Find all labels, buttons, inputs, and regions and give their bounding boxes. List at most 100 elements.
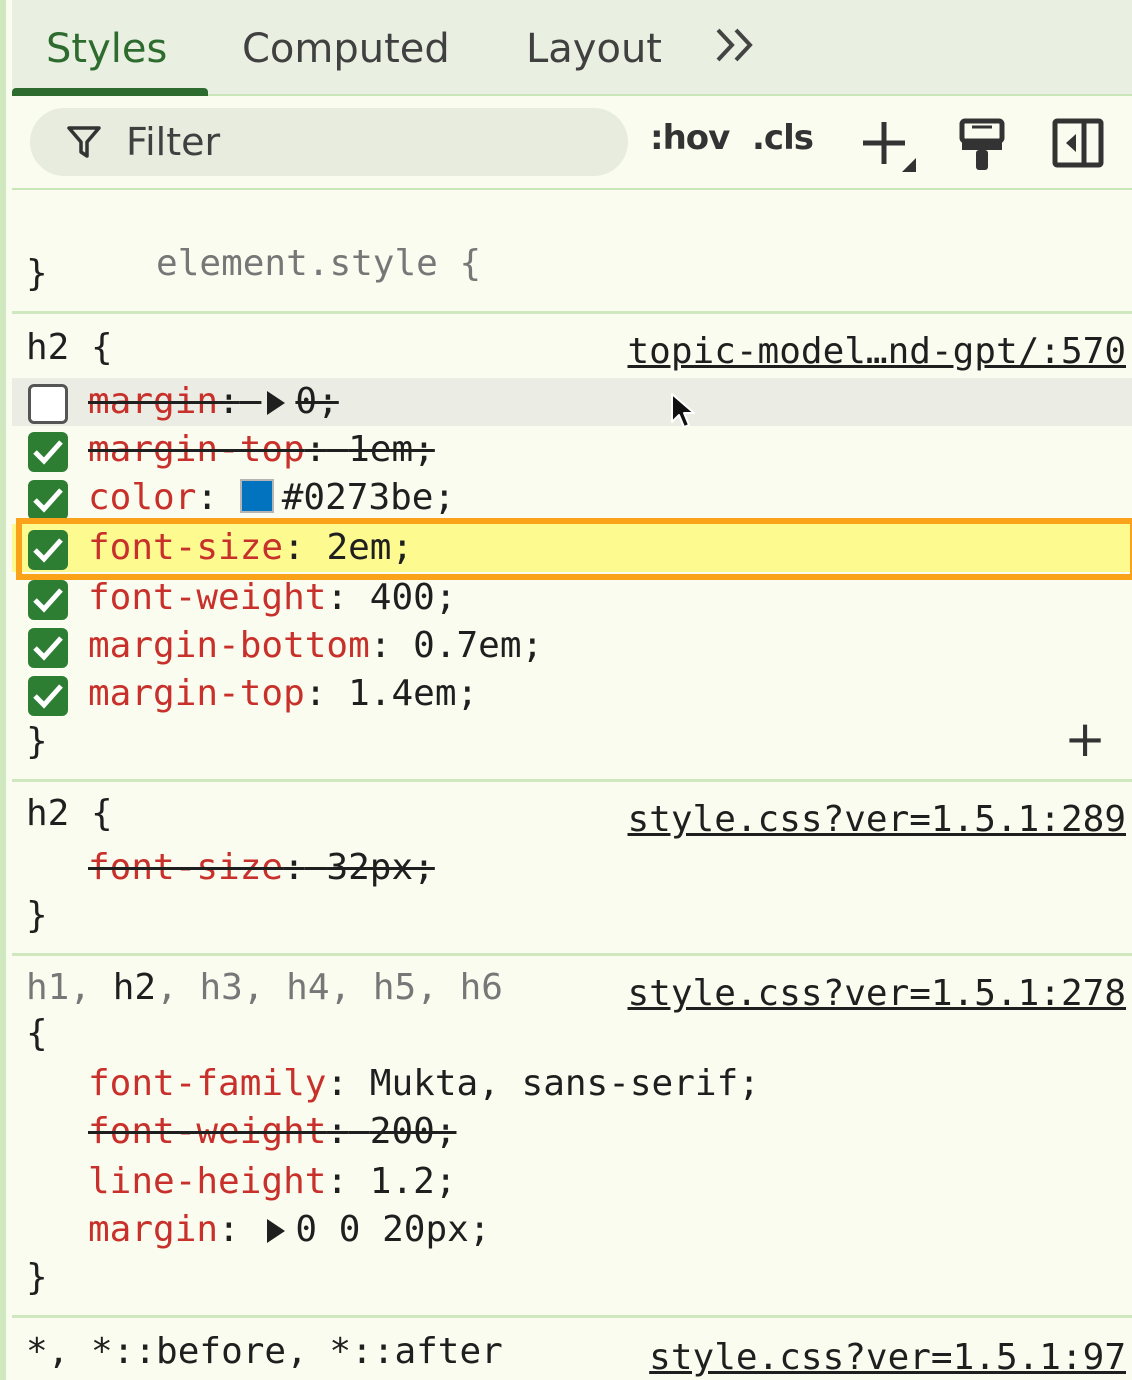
property-name[interactable]: font-size: [88, 527, 283, 568]
property-name[interactable]: margin-bottom: [88, 625, 370, 666]
property-name[interactable]: font-weight: [88, 577, 326, 618]
selector-h4: h4: [286, 967, 330, 1008]
property-name[interactable]: font-family: [88, 1063, 326, 1104]
headings-rule: h1, h2, h3, h4, h5, h6 style.css?ver=1.5…: [12, 956, 1132, 1318]
rule-selector[interactable]: h2 {: [26, 792, 113, 836]
colon: :: [304, 429, 327, 470]
property-value[interactable]: 1.2;: [370, 1161, 457, 1202]
cls-button[interactable]: .cls: [752, 118, 814, 158]
property-name[interactable]: margin: [88, 1209, 218, 1250]
tab-layout[interactable]: Layout: [526, 26, 662, 72]
colon: :: [304, 673, 327, 714]
property-checkbox[interactable]: [28, 480, 68, 520]
tab-computed[interactable]: Computed: [242, 26, 450, 72]
rule-selector[interactable]: h2 {: [26, 326, 113, 370]
double-chevron-right-icon[interactable]: [712, 20, 762, 70]
check-icon: [33, 588, 63, 613]
rule-selector[interactable]: h1, h2, h3, h4, h5, h6: [26, 966, 503, 1010]
declaration-row[interactable]: font-weight: 400;: [12, 574, 1132, 622]
property-name[interactable]: font-size: [88, 847, 283, 888]
property-value[interactable]: 0.7em;: [413, 625, 543, 666]
declaration-text: margin-top: 1em;: [88, 428, 435, 472]
colon: :: [196, 477, 219, 518]
selector-h5: h5: [372, 967, 417, 1008]
declaration-row[interactable]: font-family: Mukta, sans-serif;: [12, 1060, 1132, 1108]
property-name[interactable]: font-weight: [88, 1111, 326, 1152]
expand-triangle-icon[interactable]: [267, 391, 286, 415]
rule-selector[interactable]: *, *::before, *::after: [26, 1330, 503, 1374]
property-checkbox[interactable]: [28, 530, 68, 570]
mouse-pointer-icon: [671, 393, 695, 428]
colon: :: [218, 1209, 240, 1250]
property-value[interactable]: #0273be;: [282, 477, 455, 518]
property-value[interactable]: 400;: [370, 577, 457, 618]
declaration-row[interactable]: color: #0273be;: [12, 474, 1132, 522]
tab-styles[interactable]: Styles: [46, 26, 167, 72]
add-declaration-button[interactable]: +: [1064, 710, 1106, 768]
property-checkbox[interactable]: [28, 628, 68, 668]
property-value[interactable]: 1em;: [348, 429, 435, 470]
property-name[interactable]: color: [88, 477, 196, 518]
declaration-row-highlighted[interactable]: font-size: 2em;: [12, 524, 1132, 572]
colon: :: [326, 1161, 349, 1202]
colon: :: [326, 1111, 349, 1152]
property-value[interactable]: Mukta, sans-serif;: [370, 1063, 760, 1104]
colon: :: [283, 527, 305, 568]
colon: :: [369, 625, 392, 666]
selector-comma: ,: [329, 967, 373, 1008]
property-checkbox[interactable]: [28, 676, 68, 716]
source-link[interactable]: style.css?ver=1.5.1:97: [649, 1336, 1126, 1380]
declaration-text: margin: 0;: [88, 380, 339, 424]
property-name[interactable]: margin: [88, 381, 218, 422]
styles-toolbar: :hov .cls: [12, 96, 1132, 190]
selector-h1: h1: [26, 967, 70, 1008]
property-name[interactable]: margin-top: [88, 673, 305, 714]
declaration-text: margin: 0 0 20px;: [88, 1208, 491, 1252]
property-value[interactable]: 2em;: [326, 527, 413, 568]
declaration-row[interactable]: margin-top: 1.4em;: [12, 670, 1132, 718]
check-icon: [33, 440, 63, 465]
declaration-text: font-size: 2em;: [88, 526, 413, 570]
source-link[interactable]: style.css?ver=1.5.1:278: [628, 972, 1127, 1016]
declaration-text: margin-bottom: 0.7em;: [88, 624, 543, 668]
property-value[interactable]: 32px;: [326, 847, 434, 888]
filter-input[interactable]: [126, 108, 606, 176]
check-icon: [33, 488, 63, 513]
property-checkbox[interactable]: [28, 384, 68, 424]
declaration-row[interactable]: margin: 0;: [12, 378, 1132, 426]
colon: :: [218, 381, 240, 422]
property-value[interactable]: 0 0 20px;: [295, 1209, 490, 1250]
rule-selector[interactable]: element.style {: [26, 198, 481, 284]
property-name[interactable]: line-height: [88, 1161, 326, 1202]
closing-brace: }: [26, 721, 48, 762]
hov-button[interactable]: :hov: [650, 118, 730, 158]
element-style-rule: element.style { }: [12, 190, 1132, 314]
property-name[interactable]: margin-top: [88, 429, 305, 470]
expand-triangle-icon[interactable]: [267, 1219, 286, 1243]
declaration-text: margin-top: 1.4em;: [88, 672, 478, 716]
sidebar-toggle-icon[interactable]: [1052, 118, 1104, 168]
declaration-row[interactable]: font-weight: 200;: [12, 1108, 1132, 1156]
declaration-text: line-height: 1.2;: [88, 1160, 457, 1204]
declaration-row[interactable]: margin-top: 1em;: [12, 426, 1132, 474]
h2-rule-stylesheet: h2 { style.css?ver=1.5.1:289 font-size: …: [12, 782, 1132, 956]
source-link[interactable]: style.css?ver=1.5.1:289: [628, 798, 1127, 842]
paint-roller-icon[interactable]: [958, 118, 1006, 174]
styles-pane: Styles Computed Layout :hov .cls: [0, 0, 1132, 1380]
declaration-text: font-size: 32px;: [88, 846, 435, 890]
property-value[interactable]: 1.4em;: [348, 673, 478, 714]
colon: :: [283, 847, 305, 888]
property-value[interactable]: 200;: [370, 1111, 457, 1152]
plus-new-rule-icon[interactable]: [858, 118, 922, 176]
source-link[interactable]: topic-model…nd-gpt/:570: [628, 330, 1127, 374]
property-checkbox[interactable]: [28, 580, 68, 620]
declaration-row[interactable]: margin: 0 0 20px;: [12, 1206, 1132, 1254]
declaration-row[interactable]: margin-bottom: 0.7em;: [12, 622, 1132, 670]
declaration-row[interactable]: font-size: 32px;: [12, 844, 1132, 892]
property-checkbox[interactable]: [28, 432, 68, 472]
filter-box[interactable]: [30, 108, 628, 176]
declaration-row[interactable]: line-height: 1.2;: [12, 1158, 1132, 1206]
property-value[interactable]: 0;: [295, 381, 338, 422]
declaration-text: font-weight: 400;: [88, 576, 457, 620]
color-swatch[interactable]: [239, 479, 274, 513]
